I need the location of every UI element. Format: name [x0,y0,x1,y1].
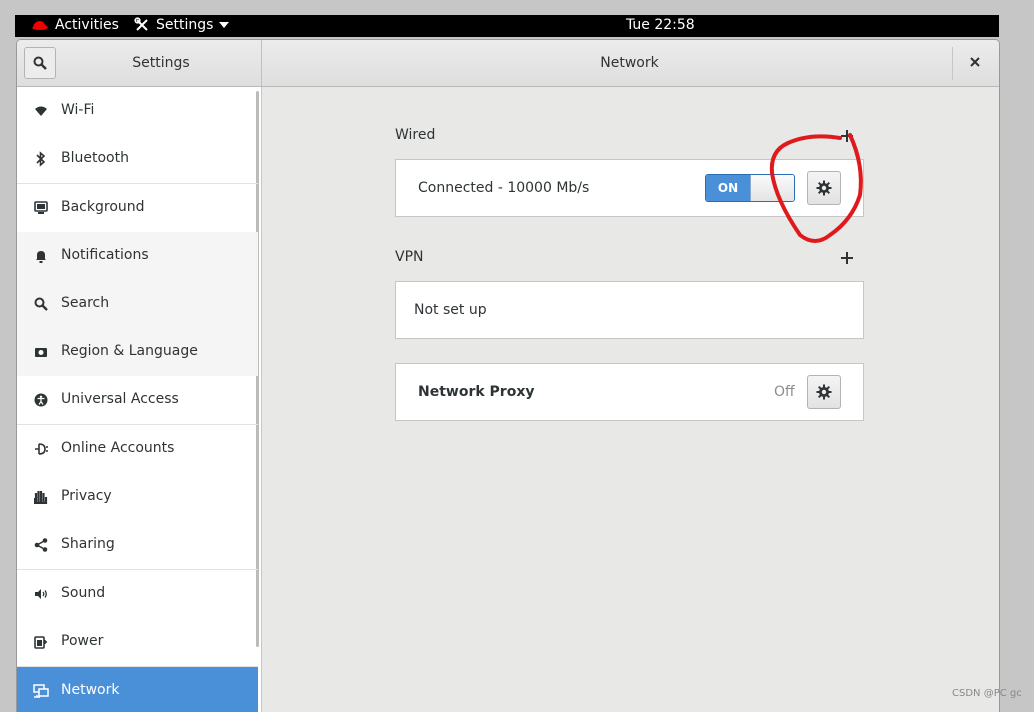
bell-icon [33,248,49,264]
switch-on-label: ON [706,175,750,201]
page-title: Network [600,55,659,71]
wifi-icon [33,103,49,119]
speaker-icon [33,586,49,602]
activities-button[interactable]: Activities [31,17,119,33]
sidebar-item-label: Background [61,199,145,215]
clock[interactable]: Tue 22:58 [626,17,695,33]
network-icon [33,683,49,699]
sidebar-item-label: Privacy [61,488,112,504]
add-vpn-button[interactable] [840,251,854,265]
close-button[interactable] [967,54,983,70]
sidebar-item-label: Wi-Fi [61,102,95,118]
settings-tools-icon [134,17,148,31]
vpn-status-label: Not set up [414,302,487,318]
sidebar-item-sharing[interactable]: Sharing [17,521,258,570]
sidebar-item-notifications[interactable]: Notifications [17,232,258,280]
network-proxy-row[interactable]: Network Proxy Off [395,363,864,421]
proxy-settings-button[interactable] [807,375,841,409]
header-divider [952,47,953,80]
share-icon [33,537,49,553]
sidebar-item-network[interactable]: Network [17,667,258,712]
activities-label: Activities [55,17,119,33]
sidebar-item-label: Network [61,682,120,698]
accessibility-icon [33,392,49,408]
search-button[interactable] [24,47,56,79]
background-icon [33,200,49,216]
sidebar-item-label: Power [61,633,104,649]
close-icon [970,57,980,67]
power-icon [33,634,49,650]
header-bar: Settings Network [17,40,999,87]
sidebar-item-online-accounts[interactable]: Online Accounts [17,425,258,473]
top-bar: Activities Settings Tue 22:58 [15,15,999,37]
sidebar-item-bluetooth[interactable]: Bluetooth [17,135,258,184]
sidebar-item-label: Sound [61,585,106,601]
vpn-section-label: VPN [395,249,424,265]
sidebar-item-privacy[interactable]: Privacy [17,473,258,521]
gear-icon [816,384,832,400]
sidebar-item-label: Universal Access [61,391,179,407]
clock-label: Tue 22:58 [626,17,695,33]
sidebar-item-search[interactable]: Search [17,280,258,328]
sidebar-title: Settings [132,55,190,71]
bluetooth-icon [33,151,49,167]
search-icon [33,56,47,70]
app-menu-label: Settings [156,17,214,33]
search-icon [33,296,49,312]
sidebar-item-label: Search [61,295,110,311]
sidebar-item-label: Bluetooth [61,150,129,166]
wired-status-label: Connected - 10000 Mb/s [418,180,590,196]
online-accounts-icon [33,441,49,457]
sidebar-item-wifi[interactable]: Wi-Fi [17,87,258,135]
sidebar-item-power[interactable]: Power [17,618,258,667]
sidebar-item-label: Notifications [61,247,149,263]
sidebar-item-universal-access[interactable]: Universal Access [17,376,258,425]
sidebar-item-label: Online Accounts [61,440,175,456]
annotation-circle [769,133,863,243]
app-menu[interactable]: Settings [134,17,230,33]
sidebar-item-background[interactable]: Background [17,184,258,232]
redhat-logo-icon [32,21,48,30]
vpn-row: Not set up [395,281,864,339]
sidebar-item-label: Region & Language [61,343,198,359]
sidebar-item-label: Sharing [61,536,115,552]
hand-icon [33,489,49,505]
sidebar-item-region[interactable]: Region & Language [17,328,258,376]
proxy-label: Network Proxy [418,384,535,400]
sidebar: Wi-Fi Bluetooth Background Notifications… [17,87,262,712]
watermark: CSDN @PC gc [952,688,1022,699]
sidebar-item-sound[interactable]: Sound [17,570,258,618]
chevron-down-icon [219,22,230,28]
proxy-status-value: Off [774,384,795,400]
region-icon [33,344,49,360]
wired-section-label: Wired [395,127,436,143]
